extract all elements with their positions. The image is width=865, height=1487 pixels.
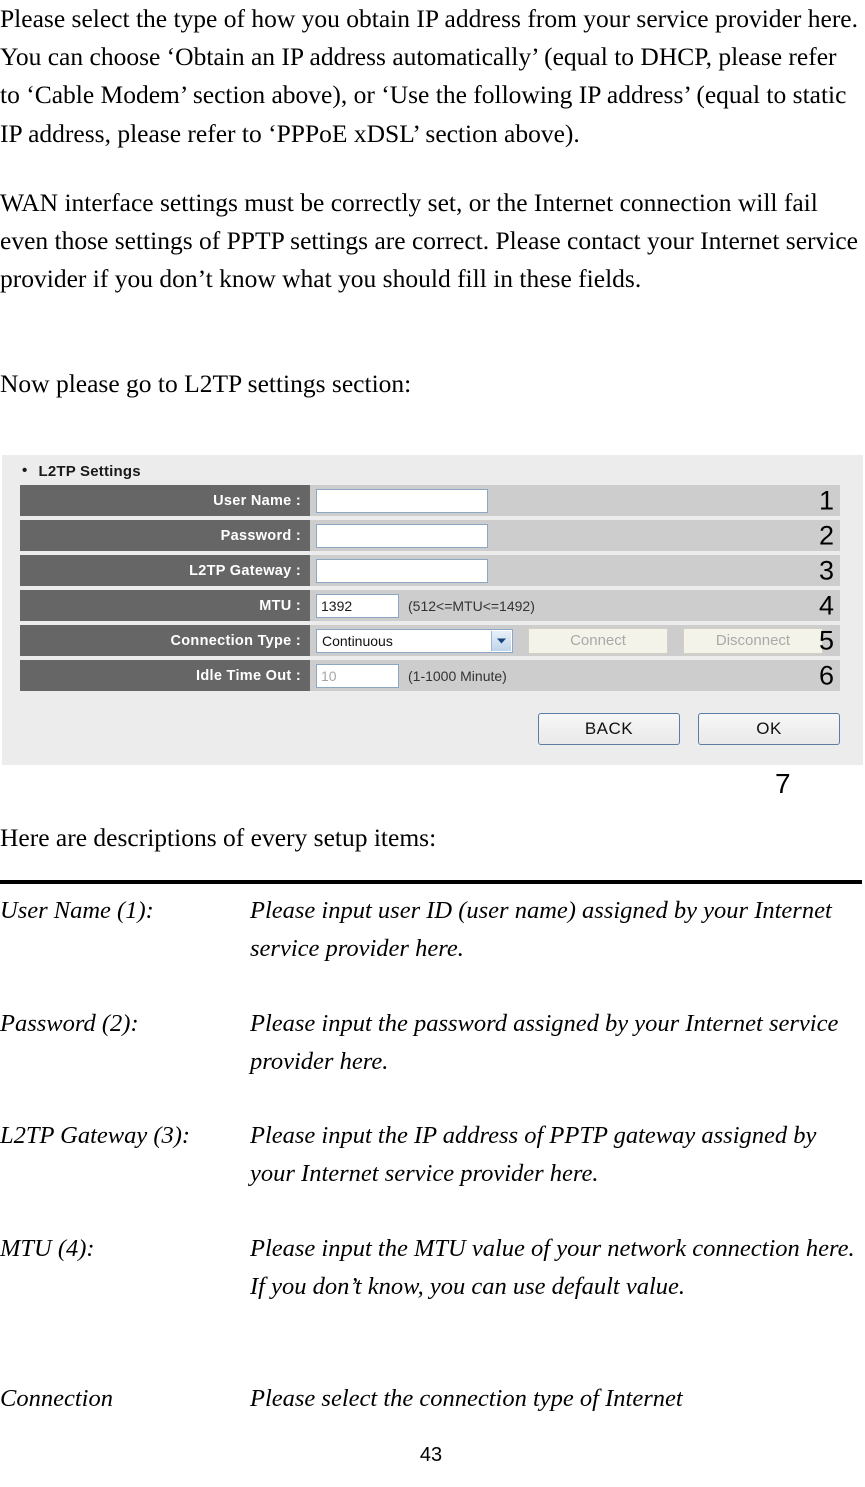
mtu-range-hint: (512<=MTU<=1492) <box>408 597 535 614</box>
callout-number-5: 5 <box>818 625 834 655</box>
table-row: Connection Type : Continuous Connect Dis… <box>20 625 840 656</box>
idle-time-out-range-hint: (1-1000 Minute) <box>408 667 507 684</box>
chevron-down-icon[interactable] <box>491 630 511 651</box>
label-idle-time-out: Idle Time Out : <box>20 660 310 691</box>
table-row: User Name : 1 <box>20 485 840 516</box>
table-row: Idle Time Out : 10 (1-1000 Minute) 6 <box>20 660 840 691</box>
description-text: Please input the IP address of PPTP gate… <box>250 1122 817 1187</box>
description-term: Password (2): <box>0 1010 139 1037</box>
idle-time-out-input[interactable]: 10 <box>316 663 399 688</box>
callout-number-4: 4 <box>818 590 834 620</box>
mtu-input[interactable]: 1392 <box>316 593 399 618</box>
field-mtu: 1392 (512<=MTU<=1492) <box>310 590 840 621</box>
field-password <box>310 520 840 551</box>
table-row: L2TP Gateway : 3 <box>20 555 840 586</box>
description-text: Please input user ID (user name) assigne… <box>250 897 832 962</box>
l2tp-settings-panel: • L2TP Settings User Name : 1 Password : … <box>2 455 863 765</box>
field-connection-type: Continuous Connect Disconnect <box>310 625 840 656</box>
field-idle-time-out: 10 (1-1000 Minute) <box>310 660 840 691</box>
user-name-input[interactable] <box>316 488 488 513</box>
description-text: Please select the connection type of Int… <box>250 1385 683 1412</box>
callout-number-7: 7 <box>775 768 791 799</box>
description-term: User Name (1): <box>0 897 154 924</box>
description-term: L2TP Gateway (3): <box>0 1122 191 1149</box>
ok-button[interactable]: OK <box>698 713 840 745</box>
description-item: L2TP Gateway (3): Please input the IP add… <box>0 1117 862 1192</box>
connection-type-select[interactable]: Continuous <box>316 628 513 653</box>
intro-paragraph-2: WAN interface settings must be correctly… <box>0 188 858 294</box>
callout-number-6: 6 <box>818 660 834 690</box>
field-user-name <box>310 485 840 516</box>
description-term: MTU (4): <box>0 1235 95 1262</box>
connect-button[interactable]: Connect <box>528 627 668 654</box>
disconnect-button[interactable]: Disconnect <box>683 627 823 654</box>
label-password: Password : <box>20 520 310 551</box>
field-l2tp-gateway <box>310 555 840 586</box>
page-number: 43 <box>419 1444 443 1466</box>
description-item: User Name (1): Please input user ID (user… <box>0 892 862 967</box>
description-item: Connection Please select the connection t… <box>0 1380 862 1418</box>
label-l2tp-gateway: L2TP Gateway : <box>20 555 310 586</box>
table-row: MTU : 1392 (512<=MTU<=1492) 4 <box>20 590 840 621</box>
description-item: Password (2): Please input the password a… <box>0 1005 862 1080</box>
bullet-icon: • <box>22 462 28 479</box>
intro-paragraph-1: Please select the type of how you obtain… <box>0 4 858 148</box>
back-button[interactable]: BACK <box>538 713 680 745</box>
l2tp-gateway-input[interactable] <box>316 558 488 583</box>
descriptions-lead-in: Here are descriptions of every setup ite… <box>0 823 437 852</box>
label-connection-type: Connection Type : <box>20 625 310 656</box>
password-input[interactable] <box>316 523 488 548</box>
callout-number-2: 2 <box>818 520 834 550</box>
panel-title-text: L2TP Settings <box>38 463 141 480</box>
settings-form: User Name : 1 Password : 2 L2TP Gateway … <box>20 485 840 695</box>
table-row: Password : 2 <box>20 520 840 551</box>
description-text: Please input the MTU value of your netwo… <box>250 1235 855 1300</box>
divider <box>0 880 862 884</box>
connection-type-selected-value: Continuous <box>322 632 393 649</box>
panel-button-bar: BACK OK <box>20 713 840 745</box>
description-item: MTU (4): Please input the MTU value of yo… <box>0 1230 862 1305</box>
description-text: Please input the password assigned by yo… <box>250 1010 839 1075</box>
callout-number-1: 1 <box>818 485 834 515</box>
callout-number-3: 3 <box>818 555 834 585</box>
label-mtu: MTU : <box>20 590 310 621</box>
label-user-name: User Name : <box>20 485 310 516</box>
description-term: Connection <box>0 1385 113 1412</box>
section-lead-in-text: Now please go to L2TP settings section: <box>0 369 412 398</box>
panel-section-title: • L2TP Settings <box>22 462 141 480</box>
